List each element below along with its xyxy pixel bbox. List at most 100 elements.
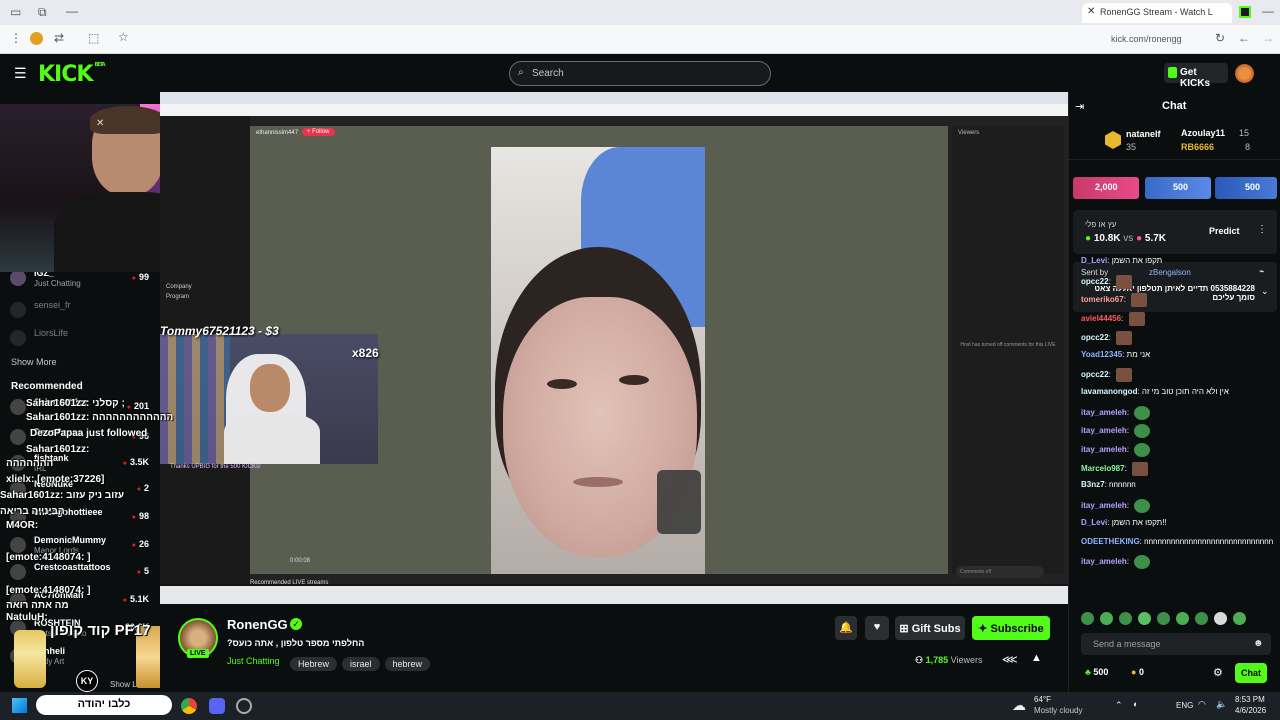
chat-username[interactable]: Marcelo987 [1081,464,1125,473]
follow-button[interactable]: ♥ [865,616,889,640]
chat-username[interactable]: lavamanongod [1081,387,1137,396]
tag-pill[interactable]: israel [342,657,380,671]
back-icon[interactable]: ← [1238,31,1250,45]
sidebar-item-category: Just Chatting [34,279,81,288]
sidebar-following-item[interactable]: LiorsLife [10,328,155,350]
site-header: ☰ KICK BETA ⌕ Search Get KICKs [0,54,1280,92]
tabs-icon[interactable]: ⧉ [38,5,47,20]
clock-time[interactable]: 8:53 PM [1235,695,1265,704]
emote-icon [1131,293,1148,308]
kicks-balance[interactable]: ♣ 500 [1085,667,1108,677]
chat-colon: : [1108,332,1114,342]
sidebar-following-item[interactable]: sensei_fr [10,300,155,322]
stream-category[interactable]: Just Chatting [227,656,280,666]
wifi-icon[interactable]: ◠ [1198,699,1206,710]
chat-username[interactable]: ODEETHEKING [1081,537,1140,546]
clock-date[interactable]: 4/6/2026 [1235,706,1266,715]
close-icon[interactable]: ✕ [96,118,104,129]
chat-username[interactable]: Yoad12345 [1081,350,1122,359]
language-indicator[interactable]: ENG [1176,701,1193,710]
emote-icon[interactable] [1176,612,1189,625]
leader-value: 35 [1126,142,1137,152]
emote-icon [1134,405,1151,420]
chevron-down-icon[interactable]: ⌄ [1261,286,1269,297]
tray-chevron-icon[interactable]: ⌃ [1115,700,1123,711]
chat-message: itay_ameleh: [1081,405,1151,420]
obs-icon[interactable] [236,698,252,714]
kick-logo[interactable]: KICK BETA [38,62,106,87]
chat-username[interactable]: opcc22 [1081,277,1109,286]
chat-username[interactable]: itay_ameleh [1081,557,1127,566]
chrome-icon[interactable] [181,698,197,714]
emote-icon[interactable] [1195,612,1208,625]
forward-icon[interactable]: → [1262,31,1274,45]
predict-button[interactable]: Predict [1209,226,1240,236]
report-icon[interactable]: ▲ [1031,652,1042,664]
gift-subs-button[interactable]: ⊞ Gift Subs [895,616,965,640]
extensions-icon[interactable]: ⬚ [88,31,99,45]
kicks-gift-2[interactable]: 500 [1145,177,1211,199]
chat-username[interactable]: opcc22 [1081,370,1109,379]
bookmark-icon[interactable]: ☆ [118,30,129,44]
hamburger-menu-icon[interactable]: ☰ [14,65,27,82]
inner-viewers-label: Viewers [958,130,980,136]
tab-active[interactable]: ✕ RonenGG Stream - Watch L [1082,3,1232,23]
get-kicks-button[interactable]: Get KICKs [1164,63,1228,89]
search-placeholder: Search [532,68,564,79]
collapse-chat-icon[interactable]: ⇥ [1075,100,1084,113]
more-options-icon[interactable]: ⋮ [1257,224,1267,235]
chat-username[interactable]: D_Levi [1081,256,1107,265]
emote-icon[interactable] [1119,612,1132,625]
window-icon[interactable]: ▭ [10,5,21,19]
emoji-icon[interactable]: ☻ [1253,638,1264,649]
chat-username[interactable]: itay_ameleh [1081,501,1127,510]
close-tab-icon[interactable]: ✕ [1087,6,1095,17]
search-input[interactable]: ⌕ Search [509,61,771,86]
chat-username[interactable]: D_Levi [1081,518,1107,527]
chat-username[interactable]: itay_ameleh [1081,426,1127,435]
minimize-icon[interactable]: — [66,4,78,18]
windows-start-icon[interactable] [12,698,27,713]
video-player[interactable]: Company Program ethannissim447 + Follow … [160,92,1068,604]
discord-icon[interactable] [209,698,225,714]
tray-app-icon[interactable]: ◐ [1133,699,1138,709]
chat-username[interactable]: B3nz7 [1081,480,1105,489]
chat-username[interactable]: itay_ameleh [1081,408,1127,417]
settings-gear-icon[interactable]: ⚙ [1213,666,1223,679]
chat-input[interactable]: Send a message ☻ [1081,633,1271,655]
chat-username[interactable]: opcc22 [1081,333,1109,342]
sidebar-recommended-item[interactable]: Crestcoasttattoos 5 [10,562,155,584]
user-avatar[interactable] [1235,64,1254,83]
points-balance[interactable]: ● 0 [1131,667,1144,677]
chat-send-button[interactable]: Chat [1235,663,1267,683]
url-text[interactable]: kick.com/ronengg [1111,34,1182,44]
tag-pill[interactable]: Hebrew [290,657,338,671]
chat-username[interactable]: tomeriko67 [1081,296,1124,305]
extension2-icon[interactable]: ⇄ [54,31,64,45]
emote-icon[interactable] [1214,612,1227,625]
streamer-name[interactable]: RonenGG [227,617,288,632]
subscribe-button[interactable]: ✦ Subscribe [972,616,1050,640]
emote-icon[interactable] [1081,612,1094,625]
kicks-gift-1[interactable]: 2,000 [1073,177,1139,199]
tag-pill[interactable]: hebrew [384,657,431,671]
unpin-icon[interactable]: ⌁ [1259,266,1264,277]
volume-icon[interactable]: 🔈 [1216,699,1227,710]
emote-icon[interactable] [1233,612,1246,625]
reload-icon[interactable]: ↻ [1215,31,1225,45]
chat-text: אין ולא היה תוכן טוב מי זה [1141,386,1229,396]
minimize-window-icon[interactable]: — [1262,4,1274,18]
share-icon[interactable]: ⋘ [1002,653,1018,666]
show-more-link[interactable]: Show More [11,357,57,367]
chat-colon: : [1124,463,1130,473]
chat-username[interactable]: itay_ameleh [1081,445,1127,454]
menu-dots-icon[interactable]: ⋮ [10,31,22,45]
chat-username[interactable]: aviel44456 [1081,314,1121,323]
emote-icon[interactable] [1157,612,1170,625]
kicks-gift-3[interactable]: 500 [1215,177,1277,199]
avatar [10,399,26,415]
emote-icon[interactable] [1100,612,1113,625]
emote-icon[interactable] [1138,612,1151,625]
notification-bell-button[interactable]: 🔔 [835,616,857,640]
extension-icon[interactable] [30,32,43,45]
